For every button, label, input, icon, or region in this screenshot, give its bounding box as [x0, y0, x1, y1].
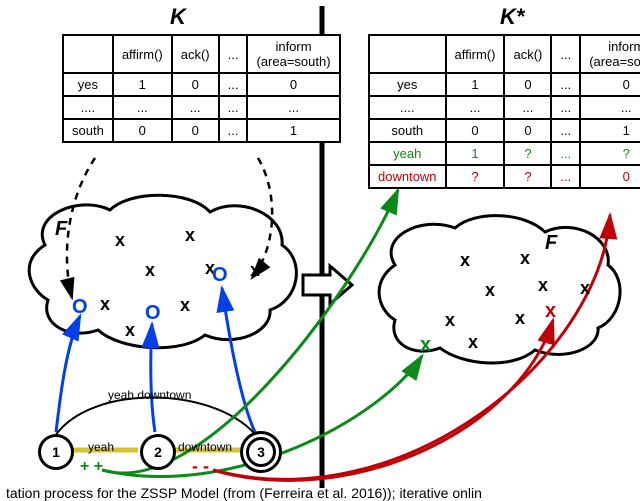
cell: 1: [580, 119, 640, 142]
label-F-right: F: [545, 232, 557, 255]
cell: 0: [247, 73, 339, 96]
cell: ...: [580, 96, 640, 119]
table-row: yes 1 0 ... 0: [369, 73, 640, 96]
cell: 0: [172, 73, 219, 96]
state-node-2: 2: [140, 434, 176, 470]
table-row-new-green: yeah 1 ? ... ?: [369, 142, 640, 165]
rowhead: ....: [369, 96, 446, 119]
title-K: K: [170, 4, 186, 30]
cell: 1: [446, 73, 505, 96]
cell: ...: [551, 165, 580, 188]
edge-label-downtown: downtown: [178, 440, 232, 454]
mark-x: x: [485, 280, 495, 301]
table-K: affirm() ack() ... inform (area=south) y…: [62, 34, 341, 143]
cell: ...: [219, 119, 248, 142]
cell: 1: [247, 119, 339, 142]
cell: 0: [446, 119, 505, 142]
table-row: .... ... ... ... ...: [63, 96, 340, 119]
cell: ...: [113, 96, 172, 119]
edge-label-yeah: yeah: [88, 440, 114, 454]
plus-marks: + +: [80, 458, 103, 476]
edge-label-yeah-downtown: yeah downtown: [108, 388, 191, 402]
node-label: 3: [257, 444, 265, 460]
rowhead: south: [369, 119, 446, 142]
table-row-new-red: downtown ? ? ... 0: [369, 165, 640, 188]
mark-x: x: [468, 332, 478, 353]
table-row: south 0 0 ... 1: [63, 119, 340, 142]
cell: ...: [551, 142, 580, 165]
cell: ...: [446, 96, 505, 119]
figure-caption: tation process for the ZSSP Model (from …: [0, 485, 640, 501]
cell: ...: [551, 119, 580, 142]
table-row: south 0 0 ... 1: [369, 119, 640, 142]
th-col: ack(): [504, 35, 551, 73]
label-F-left: F: [55, 218, 67, 241]
mark-x: x: [180, 295, 190, 316]
th-col: inform (area=south): [580, 35, 640, 73]
rowhead: ....: [63, 96, 113, 119]
th-col: ack(): [172, 35, 219, 73]
mark-x: x: [515, 308, 525, 329]
cell: ?: [504, 142, 551, 165]
rowhead: downtown: [369, 165, 446, 188]
th-col: ...: [551, 35, 580, 73]
mark-x: x: [580, 278, 590, 299]
th-col: inform (area=south): [247, 35, 339, 73]
state-node-1: 1: [38, 434, 74, 470]
cell: ...: [247, 96, 339, 119]
cell: ?: [446, 165, 505, 188]
mark-x: x: [145, 260, 155, 281]
rowhead: yeah: [369, 142, 446, 165]
th-col: affirm(): [446, 35, 505, 73]
table-Kstar: affirm() ack() ... inform (area=south) y…: [368, 34, 640, 189]
cell: 0: [172, 119, 219, 142]
mark-x: x: [460, 250, 470, 271]
mark-x-green: x: [420, 334, 431, 357]
cell: 1: [113, 73, 172, 96]
mark-x: x: [125, 320, 135, 341]
node-label: 2: [154, 444, 162, 460]
cell: 0: [580, 165, 640, 188]
state-node-3-accepting: 3: [240, 431, 282, 473]
cell: ...: [172, 96, 219, 119]
cell: 0: [580, 73, 640, 96]
table-row: .... ... ... ... ...: [369, 96, 640, 119]
th-blank: [369, 35, 446, 73]
cell: 0: [113, 119, 172, 142]
mark-x-red: x: [545, 300, 556, 323]
rowhead: yes: [369, 73, 446, 96]
cell: ...: [504, 96, 551, 119]
title-Kstar: K*: [500, 4, 524, 30]
mark-x: x: [520, 248, 530, 269]
mark-x: x: [538, 275, 548, 296]
cell: ?: [504, 165, 551, 188]
cell: ?: [580, 142, 640, 165]
rowhead: south: [63, 119, 113, 142]
cell: ...: [219, 96, 248, 119]
mark-O-blue: O: [212, 264, 228, 287]
mark-x: x: [100, 294, 110, 315]
mark-x: x: [445, 310, 455, 331]
cell: 1: [446, 142, 505, 165]
cell: ...: [219, 73, 248, 96]
transition-arrow: [303, 266, 352, 304]
mark-x: x: [250, 260, 260, 281]
cell: 0: [504, 119, 551, 142]
th-blank: [63, 35, 113, 73]
cell: ...: [551, 96, 580, 119]
cell: ...: [551, 73, 580, 96]
rowhead: yes: [63, 73, 113, 96]
node-label: 1: [52, 444, 60, 460]
th-col: ...: [219, 35, 248, 73]
th-col: affirm(): [113, 35, 172, 73]
mark-x: x: [115, 230, 125, 251]
minus-marks: - -: [192, 456, 209, 477]
cell: 0: [504, 73, 551, 96]
mark-x: x: [185, 225, 195, 246]
mark-O-blue: O: [145, 302, 161, 325]
table-row: yes 1 0 ... 0: [63, 73, 340, 96]
mark-O-blue: O: [72, 296, 88, 319]
